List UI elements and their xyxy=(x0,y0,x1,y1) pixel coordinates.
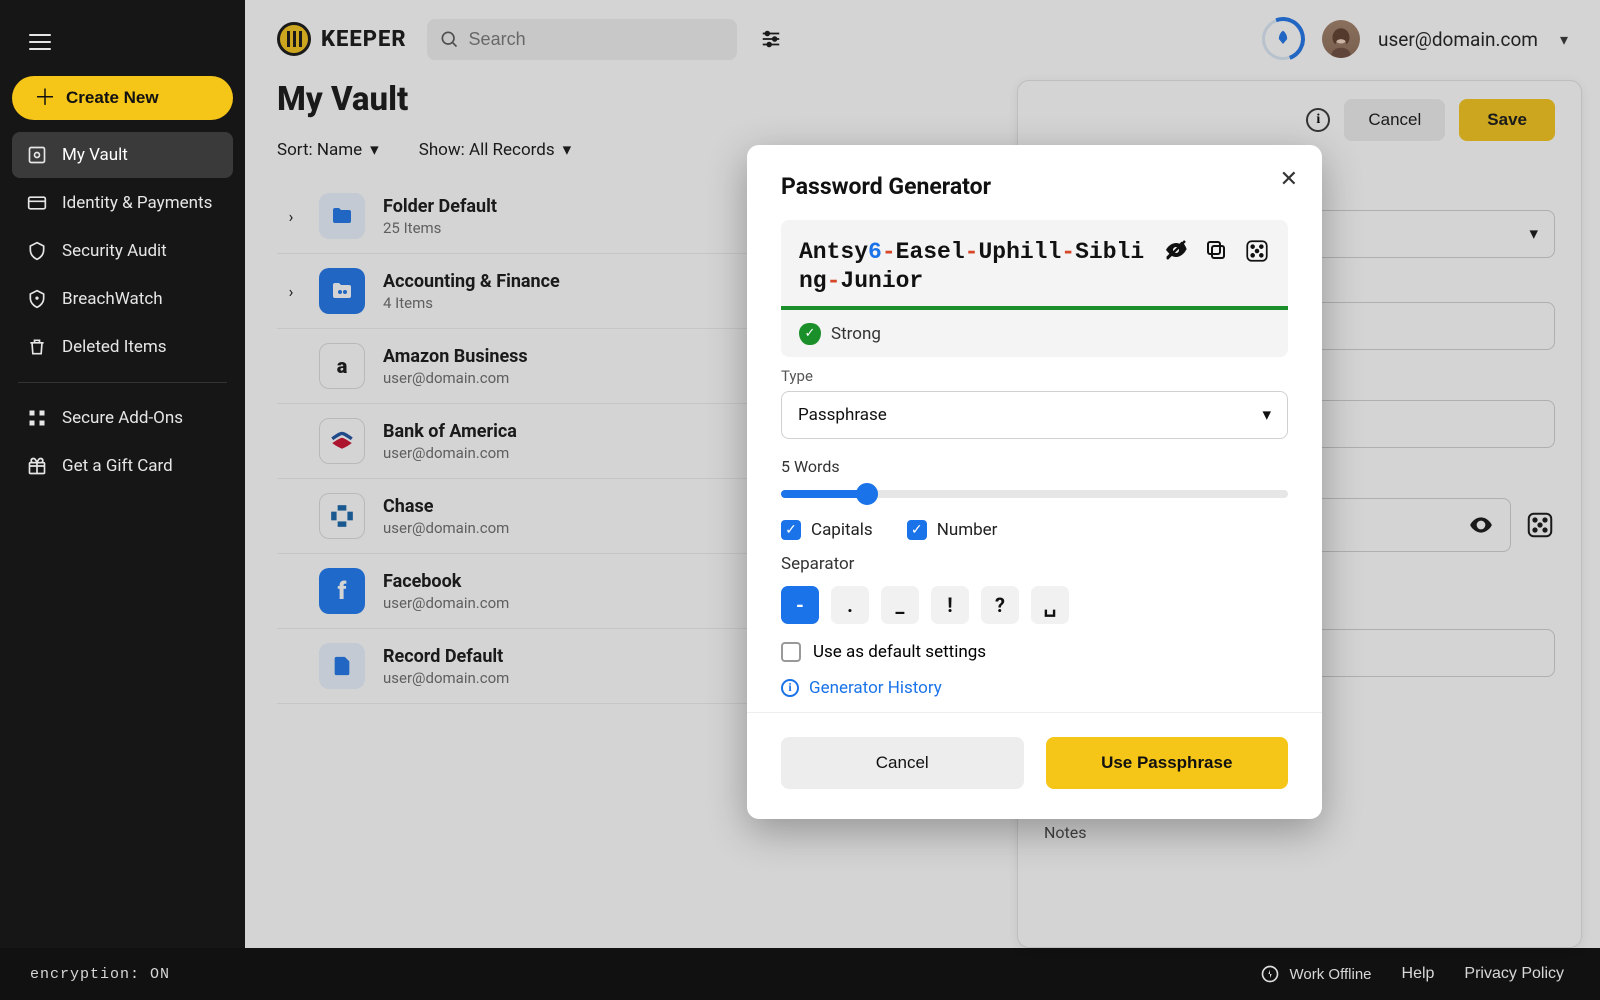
sidebar: ＋ Create New My Vault Identity & Payment… xyxy=(0,0,245,948)
sidebar-item-breachwatch[interactable]: BreachWatch xyxy=(12,276,233,322)
create-new-button[interactable]: ＋ Create New xyxy=(12,76,233,120)
separator-label: Separator xyxy=(781,554,1288,574)
apps-icon xyxy=(26,407,48,429)
shield-check-icon: ✓ xyxy=(799,323,821,345)
separator-option[interactable]: . xyxy=(831,586,869,624)
copy-icon[interactable] xyxy=(1204,238,1228,264)
separator-option[interactable]: ? xyxy=(981,586,1019,624)
sidebar-item-my-vault[interactable]: My Vault xyxy=(12,132,233,178)
default-settings-checkbox[interactable]: ✓ xyxy=(781,642,801,662)
create-new-label: Create New xyxy=(66,88,159,108)
info-icon: i xyxy=(781,679,799,697)
sidebar-item-label: BreachWatch xyxy=(62,289,163,309)
separator-option[interactable]: ␣ xyxy=(1031,586,1069,624)
close-icon[interactable]: ✕ xyxy=(1280,167,1298,192)
sidebar-item-label: My Vault xyxy=(62,145,128,165)
separator-option[interactable]: _ xyxy=(881,586,919,624)
regenerate-icon[interactable] xyxy=(1244,238,1270,264)
passphrase-display-box: Antsy6-Easel-Uphill-Sibling-Junior ✓ Str… xyxy=(781,220,1288,357)
card-icon xyxy=(26,192,48,214)
sidebar-nav: My Vault Identity & Payments Security Au… xyxy=(12,132,233,489)
checkbox-checked-icon: ✓ xyxy=(907,520,927,540)
encryption-status: encryption: ON xyxy=(30,966,170,983)
trash-icon xyxy=(26,336,48,358)
number-label: Number xyxy=(937,520,998,540)
modal-cancel-button[interactable]: Cancel xyxy=(781,737,1024,789)
capitals-label: Capitals xyxy=(811,520,873,540)
number-checkbox[interactable]: ✓ Number xyxy=(907,520,998,540)
sidebar-item-identity[interactable]: Identity & Payments xyxy=(12,180,233,226)
words-count-label: 5 Words xyxy=(781,457,1288,476)
generator-type-select[interactable]: Passphrase ▾ xyxy=(781,391,1288,439)
capitals-checkbox[interactable]: ✓ Capitals xyxy=(781,520,873,540)
main-content: KEEPER user@domain.com ▾ My Vault xyxy=(245,0,1600,948)
words-slider[interactable] xyxy=(781,490,1288,498)
password-generator-modal: Password Generator ✕ Antsy6-Easel-Uphill… xyxy=(747,145,1322,819)
generated-passphrase: Antsy6-Easel-Uphill-Sibling-Junior xyxy=(799,238,1154,296)
offline-icon xyxy=(1260,964,1280,984)
eye-off-icon[interactable] xyxy=(1164,238,1188,264)
sidebar-item-label: Security Audit xyxy=(62,241,167,261)
generator-type-value: Passphrase xyxy=(798,405,887,425)
shield-icon xyxy=(26,240,48,262)
sidebar-item-gift-card[interactable]: Get a Gift Card xyxy=(12,443,233,489)
chevron-down-icon: ▾ xyxy=(1262,405,1271,425)
menu-icon[interactable] xyxy=(20,22,60,62)
shield-alert-icon xyxy=(26,288,48,310)
strength-label: Strong xyxy=(831,324,881,344)
work-offline-button[interactable]: Work Offline xyxy=(1260,964,1372,984)
sidebar-item-deleted[interactable]: Deleted Items xyxy=(12,324,233,370)
help-link[interactable]: Help xyxy=(1402,965,1435,983)
default-settings-label: Use as default settings xyxy=(813,642,986,662)
sidebar-item-label: Identity & Payments xyxy=(62,193,212,213)
sidebar-item-label: Get a Gift Card xyxy=(62,456,173,476)
separator-options: -. _!? ␣ xyxy=(781,586,1288,624)
vault-icon xyxy=(26,144,48,166)
sidebar-item-label: Secure Add-Ons xyxy=(62,408,183,428)
privacy-link[interactable]: Privacy Policy xyxy=(1464,965,1564,983)
footer: encryption: ON Work Offline Help Privacy… xyxy=(0,948,1600,1000)
separator-option[interactable]: - xyxy=(781,586,819,624)
sidebar-item-label: Deleted Items xyxy=(62,337,167,357)
sidebar-item-security-audit[interactable]: Security Audit xyxy=(12,228,233,274)
type-label: Type xyxy=(781,367,1288,385)
gift-icon xyxy=(26,455,48,477)
generator-history-link[interactable]: i Generator History xyxy=(781,678,1288,698)
sidebar-item-add-ons[interactable]: Secure Add-Ons xyxy=(12,395,233,441)
divider xyxy=(18,382,227,383)
separator-option[interactable]: ! xyxy=(931,586,969,624)
checkbox-checked-icon: ✓ xyxy=(781,520,801,540)
use-passphrase-button[interactable]: Use Passphrase xyxy=(1046,737,1289,789)
modal-title: Password Generator xyxy=(781,173,1288,200)
